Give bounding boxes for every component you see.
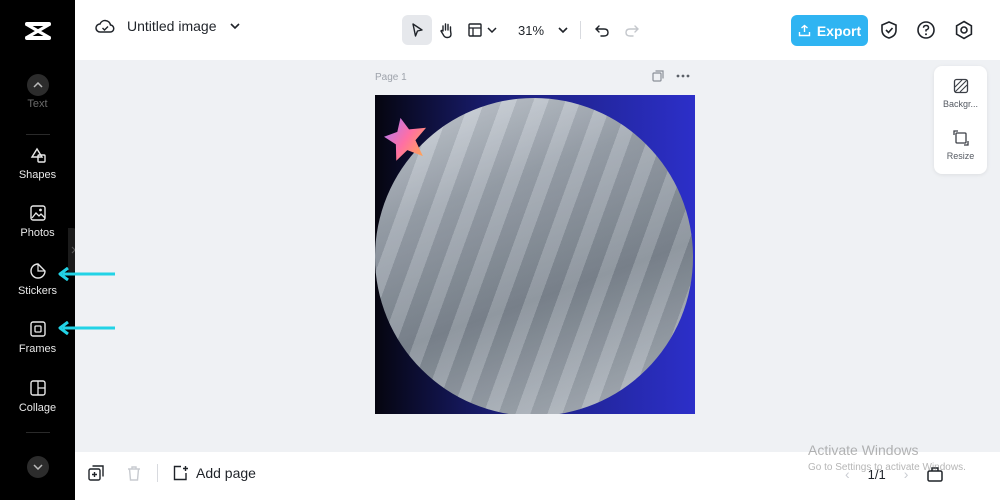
redo-icon: [625, 25, 640, 37]
document-title[interactable]: Untitled image: [127, 18, 217, 34]
watermark-subtitle: Go to Settings to activate Windows.: [808, 462, 966, 473]
sidebar-item-label: Photos: [20, 227, 55, 239]
resize-button[interactable]: Resize: [934, 130, 987, 161]
help-icon[interactable]: [916, 20, 936, 40]
chevron-down-icon: [33, 464, 43, 470]
properties-panel: Backgr... Resize: [934, 66, 987, 174]
design-canvas[interactable]: [375, 95, 695, 414]
settings-gear-icon[interactable]: [954, 20, 974, 40]
chevron-up-icon: [33, 82, 43, 88]
canvas-workspace[interactable]: Page 1: [75, 60, 1000, 452]
resize-icon: [952, 130, 969, 146]
hand-tool-button[interactable]: [432, 15, 462, 45]
add-page-icon: [173, 465, 188, 481]
shield-check-icon[interactable]: [880, 20, 898, 40]
undo-button[interactable]: [587, 15, 617, 45]
upload-icon: [798, 24, 811, 37]
chevron-down-icon: [558, 27, 568, 34]
toolbar-divider: [580, 21, 582, 39]
annotation-arrow-icon: [58, 267, 115, 281]
collage-icon: [29, 380, 46, 396]
hand-icon: [440, 23, 452, 39]
redo-button[interactable]: [617, 15, 647, 45]
layout-menu-button[interactable]: [462, 15, 502, 45]
add-page-button[interactable]: Add page: [172, 464, 256, 482]
page-label: Page 1: [375, 72, 407, 83]
capcut-logo-icon[interactable]: [22, 18, 54, 44]
sidebar-item-collage[interactable]: Collage: [0, 379, 75, 429]
sidebar-item-label: Frames: [18, 343, 57, 355]
more-options-icon[interactable]: [676, 74, 690, 78]
background-button[interactable]: Backgr...: [934, 78, 987, 109]
sidebar-item-label: Collage: [18, 402, 57, 414]
sidebar-item-label: Shapes: [18, 169, 57, 181]
cloud-sync-icon[interactable]: [95, 18, 115, 34]
background-label: Backgr...: [942, 99, 978, 109]
sidebar-divider: [26, 134, 50, 135]
sticker-icon: [29, 263, 46, 279]
sidebar-divider: [26, 432, 50, 433]
select-tool-button[interactable]: [402, 15, 432, 45]
sidebar-item-photos[interactable]: Photos: [0, 204, 75, 254]
pointer-icon: [412, 23, 423, 37]
sidebar-scroll-up-button[interactable]: [27, 74, 49, 96]
sidebar-item-label: Text: [27, 98, 48, 110]
sidebar-item-shapes[interactable]: Shapes: [0, 146, 75, 196]
sidebar-item-label: Stickers: [17, 285, 58, 297]
bottom-divider: [157, 464, 158, 482]
zoom-level[interactable]: 31%: [518, 23, 544, 38]
sidebar-scroll-down-button[interactable]: [27, 456, 49, 478]
star-sticker[interactable]: [383, 113, 435, 165]
chevron-down-icon: [487, 27, 497, 33]
sidebar-item-text[interactable]: Text: [0, 98, 75, 148]
frame-icon: [29, 321, 46, 337]
windows-activation-watermark: Activate Windows Go to Settings to activ…: [808, 442, 966, 473]
left-sidebar: Text Shapes Photos Stickers Frames Colla…: [0, 0, 75, 500]
duplicate-page-icon[interactable]: [652, 70, 664, 82]
shapes-icon: [30, 147, 46, 163]
resize-label: Resize: [946, 151, 975, 161]
layout-icon: [468, 23, 482, 37]
photo-icon: [29, 205, 46, 221]
top-toolbar: Untitled image 31% Export: [75, 0, 1000, 60]
export-button-label: Export: [816, 22, 862, 39]
watermark-title: Activate Windows: [808, 442, 919, 458]
duplicate-icon[interactable]: [87, 464, 105, 482]
annotation-arrow-icon: [58, 321, 115, 335]
background-icon: [953, 78, 968, 94]
undo-icon: [595, 25, 609, 37]
chevron-down-icon[interactable]: [229, 22, 241, 30]
zoom-menu-button[interactable]: [552, 15, 574, 45]
delete-trash-icon[interactable]: [125, 464, 143, 482]
add-page-label: Add page: [196, 465, 256, 481]
export-button[interactable]: Export: [791, 15, 868, 46]
